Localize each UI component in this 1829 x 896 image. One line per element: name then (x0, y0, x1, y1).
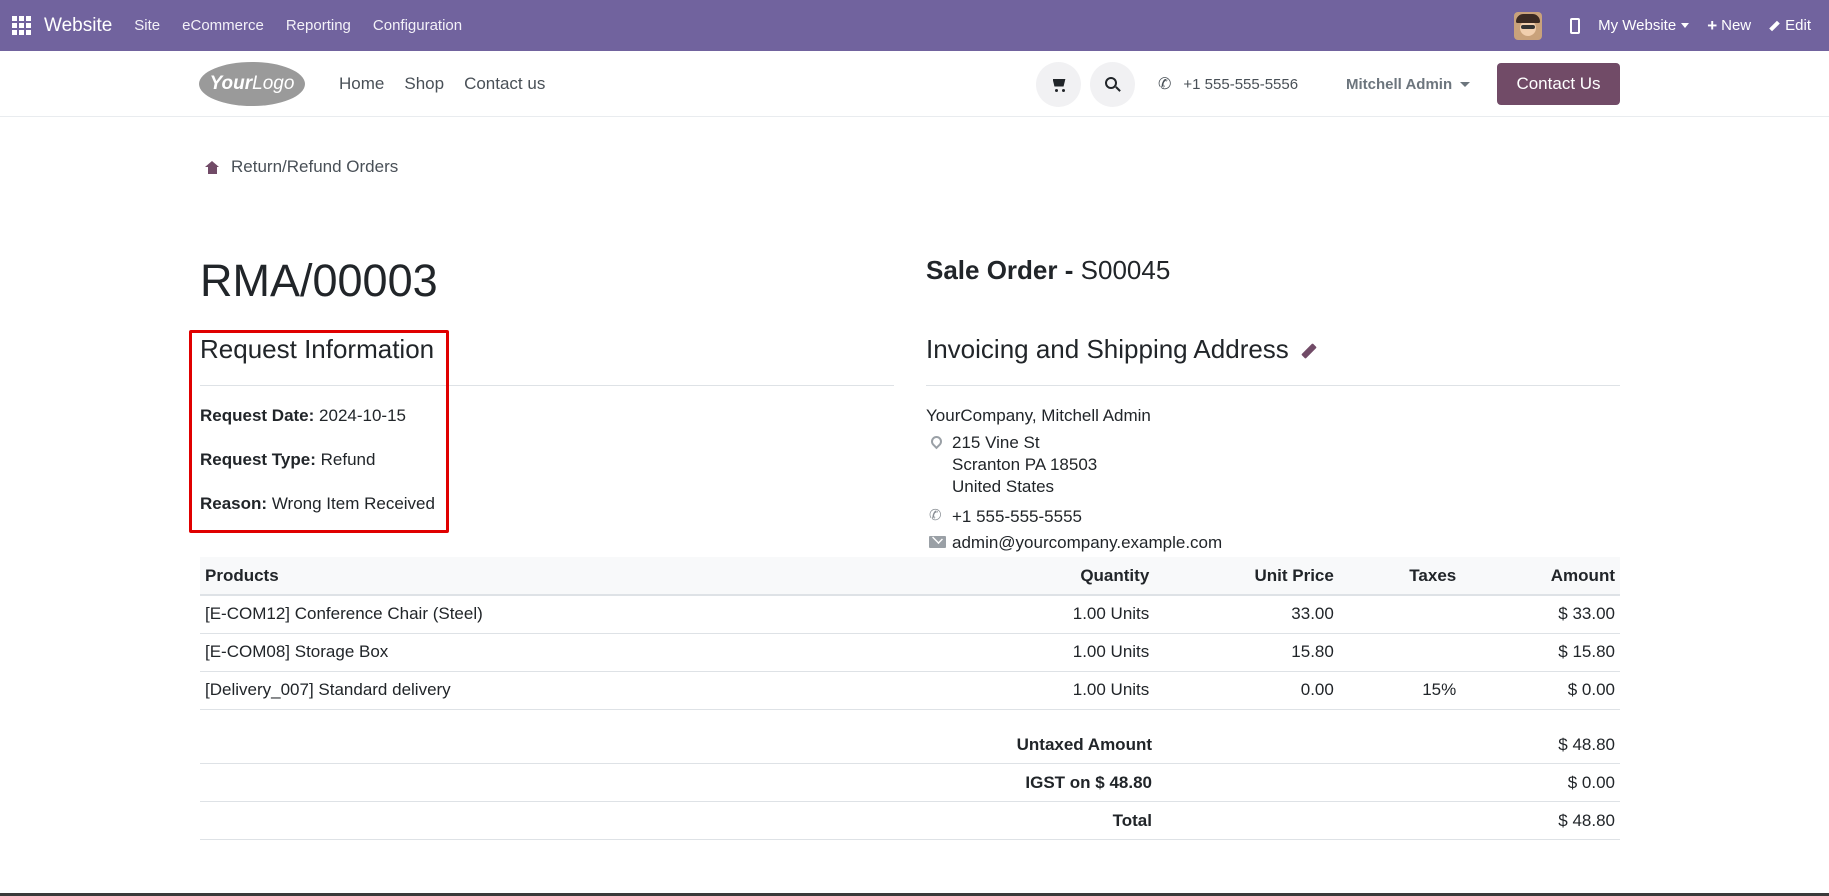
cell-unit-price: 33.00 (1154, 595, 1339, 634)
untaxed-amount-row: Untaxed Amount $ 48.80 (200, 726, 1620, 764)
cell-product: [Delivery_007] Standard delivery (200, 671, 807, 710)
menu-configuration[interactable]: Configuration (373, 17, 462, 34)
chevron-down-icon (1681, 23, 1690, 28)
cell-quantity: 1.00 Units (806, 633, 1155, 672)
total-label: Total (1112, 811, 1152, 830)
table-row: [E-COM08] Storage Box 1.00 Units 15.80 $… (200, 633, 1620, 672)
total-row: Total $ 48.80 (200, 802, 1620, 840)
header-phone-number: +1 555-555-5556 (1183, 75, 1299, 93)
logo-text: Logo (252, 73, 295, 94)
untaxed-amount-label: Untaxed Amount (1016, 735, 1152, 754)
rma-title: RMA/00003 (200, 255, 438, 306)
plus-icon: + (1707, 15, 1718, 35)
cell-quantity: 1.00 Units (806, 595, 1155, 634)
col-unit-price: Unit Price (1154, 557, 1339, 596)
address-country: United States (952, 477, 1055, 496)
cell-amount: $ 0.00 (1461, 671, 1620, 710)
site-header: Your Logo Home Shop Contact us ✆ +1 555-5… (0, 51, 1829, 117)
admin-right-tools: My Website + New Edit (1514, 0, 1829, 51)
address-phone: +1 555-555-5555 (952, 507, 1082, 526)
pencil-icon[interactable] (1301, 343, 1317, 359)
apps-grid-icon[interactable] (12, 15, 32, 36)
cell-taxes: 15% (1338, 671, 1462, 710)
breadcrumb[interactable]: Return/Refund Orders (205, 157, 398, 177)
nav-home[interactable]: Home (339, 74, 384, 94)
user-dropdown[interactable]: Mitchell Admin (1346, 51, 1471, 117)
sale-order-number: S00045 (1080, 255, 1171, 285)
table-row: [Delivery_007] Standard delivery 1.00 Un… (200, 671, 1620, 710)
address-street: 215 Vine St (952, 433, 1040, 452)
user-name: Mitchell Admin (1346, 75, 1453, 93)
table-row: [E-COM12] Conference Chair (Steel) 1.00 … (200, 595, 1620, 634)
admin-bar: Website Site eCommerce Reporting Configu… (0, 0, 1829, 51)
new-label: New (1721, 17, 1752, 34)
site-logo[interactable]: Your Logo (199, 62, 305, 106)
highlight-annotation (189, 330, 449, 533)
nav-shop[interactable]: Shop (404, 74, 444, 94)
edit-label: Edit (1785, 17, 1811, 34)
user-avatar[interactable] (1514, 11, 1543, 40)
main-nav: Home Shop Contact us (339, 51, 565, 117)
breadcrumb-label: Return/Refund Orders (231, 157, 399, 176)
order-lines-table: Products Quantity Unit Price Taxes Amoun… (200, 557, 1620, 710)
address-email[interactable]: admin@yourcompany.example.com (952, 533, 1222, 553)
address-city: Scranton PA 18503 (952, 455, 1098, 474)
mobile-preview-icon[interactable] (1570, 17, 1581, 34)
phone-icon: ✆ (929, 507, 942, 524)
cart-icon (1051, 78, 1067, 92)
home-icon (205, 160, 220, 174)
tax-row: IGST on $ 48.80 $ 0.00 (200, 764, 1620, 802)
tax-label: IGST on $ 48.80 (1025, 773, 1152, 792)
cell-unit-price: 15.80 (1154, 633, 1339, 672)
address-section-title: Invoicing and Shipping Address (926, 334, 1317, 365)
cell-taxes (1338, 595, 1462, 634)
cell-product: [E-COM12] Conference Chair (Steel) (200, 595, 807, 634)
address-title: Invoicing and Shipping Address (926, 334, 1289, 364)
menu-reporting[interactable]: Reporting (286, 17, 351, 34)
envelope-icon (929, 536, 946, 548)
menu-ecommerce[interactable]: eCommerce (182, 17, 264, 34)
cell-taxes (1338, 633, 1462, 672)
chevron-down-icon (1460, 81, 1471, 87)
edit-button[interactable]: Edit (1769, 17, 1811, 34)
tax-value: $ 0.00 (1567, 773, 1615, 792)
cart-button[interactable] (1036, 62, 1081, 107)
col-amount: Amount (1461, 557, 1620, 596)
contact-us-button[interactable]: Contact Us (1497, 63, 1620, 105)
logo-text-bold: Your (209, 73, 253, 94)
header-phone[interactable]: ✆ +1 555-555-5556 (1158, 51, 1298, 117)
admin-brand[interactable]: Website (44, 15, 112, 37)
col-quantity: Quantity (806, 557, 1155, 596)
map-marker-icon (928, 433, 945, 450)
search-icon (1104, 76, 1121, 93)
cell-amount: $ 33.00 (1461, 595, 1620, 634)
col-taxes: Taxes (1338, 557, 1462, 596)
divider (926, 385, 1620, 386)
search-button[interactable] (1090, 62, 1135, 107)
cell-amount: $ 15.80 (1461, 633, 1620, 672)
cell-quantity: 1.00 Units (806, 671, 1155, 710)
phone-icon: ✆ (1158, 76, 1172, 93)
untaxed-amount-value: $ 48.80 (1558, 735, 1615, 754)
cell-product: [E-COM08] Storage Box (200, 633, 807, 672)
address-name: YourCompany, Mitchell Admin (926, 406, 1151, 425)
cell-unit-price: 0.00 (1154, 671, 1339, 710)
my-website-dropdown[interactable]: My Website (1598, 17, 1690, 34)
sale-order-title: Sale Order - S00045 (926, 255, 1170, 286)
nav-contact-us[interactable]: Contact us (464, 74, 545, 94)
pencil-icon (1769, 20, 1780, 31)
total-value: $ 48.80 (1558, 811, 1615, 830)
new-button[interactable]: + New (1707, 16, 1751, 36)
table-header-row: Products Quantity Unit Price Taxes Amoun… (200, 557, 1620, 596)
my-website-label: My Website (1598, 17, 1677, 34)
sale-order-label: Sale Order - (926, 255, 1074, 285)
menu-site[interactable]: Site (134, 17, 160, 34)
col-products: Products (200, 557, 807, 596)
